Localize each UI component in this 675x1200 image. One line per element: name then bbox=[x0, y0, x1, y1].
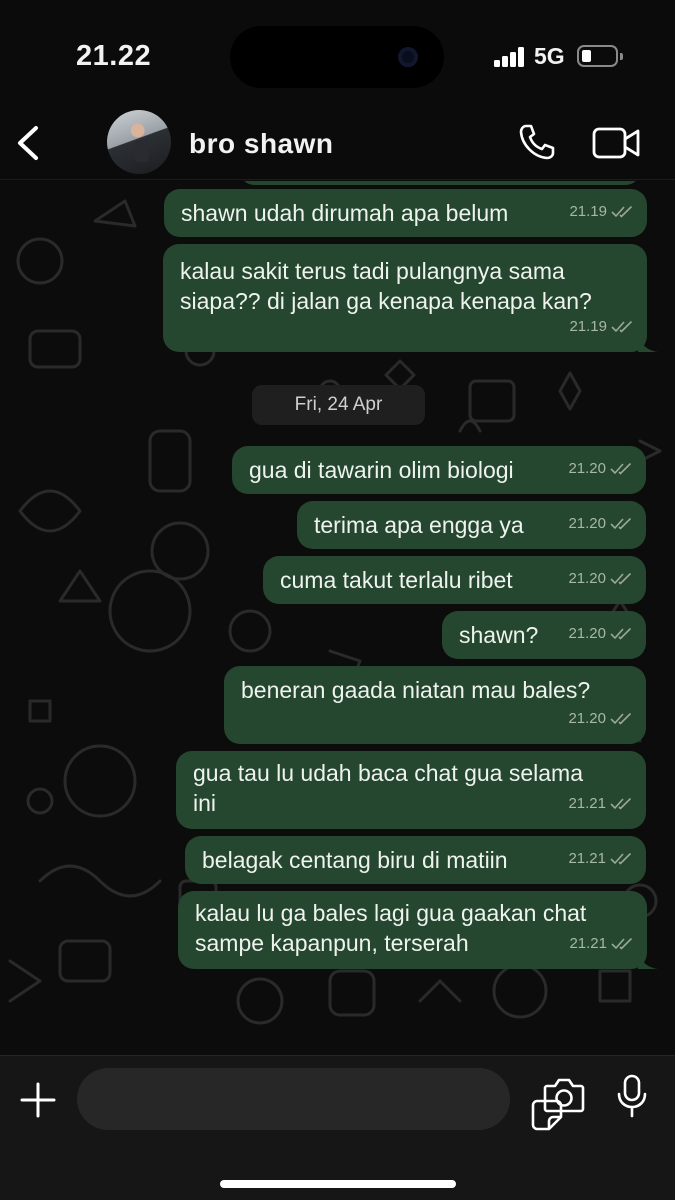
read-ticks-icon bbox=[610, 853, 632, 865]
chat-header: bro shawn bbox=[0, 110, 675, 180]
read-ticks-icon bbox=[611, 938, 633, 950]
message-bubble[interactable]: gua tau lu udah baca chat gua selama ini… bbox=[176, 751, 646, 829]
message-text: cuma takut terlalu ribet bbox=[280, 567, 513, 593]
message-meta: 21.21 bbox=[568, 789, 632, 819]
phone-icon[interactable] bbox=[517, 122, 557, 162]
message-bubble[interactable]: kalau sakit terus tadi pulangnya sama si… bbox=[163, 244, 658, 352]
message-input[interactable] bbox=[77, 1068, 563, 1131]
date-separator: Fri, 24 Apr bbox=[252, 385, 425, 425]
message-bubble[interactable]: cuma takut terlalu ribet 21.20 bbox=[263, 556, 646, 604]
video-camera-icon[interactable] bbox=[592, 126, 642, 160]
message-meta: 21.19 bbox=[569, 197, 633, 227]
message-time: 21.20 bbox=[568, 625, 606, 642]
message-text: shawn udah dirumah apa belum bbox=[181, 200, 509, 226]
message-bubble[interactable]: belagak centang biru di matiin 21.21 bbox=[185, 836, 646, 884]
message-time: 21.19 bbox=[569, 318, 607, 335]
read-ticks-icon bbox=[610, 798, 632, 810]
message-text: kalau sakit terus tadi pulangnya sama si… bbox=[180, 258, 592, 314]
camera-icon[interactable] bbox=[543, 1076, 585, 1114]
message-bubble[interactable]: kalau lu ga bales lagi gua gaakan chat s… bbox=[178, 891, 658, 969]
message-time: 21.20 bbox=[568, 570, 606, 587]
message-list[interactable]: shawn udah dirumah apa belum 21.19 kalau… bbox=[0, 181, 675, 1055]
message-meta: 21.21 bbox=[569, 929, 633, 959]
message-time: 21.21 bbox=[568, 850, 606, 867]
message-meta: 21.20 bbox=[568, 454, 632, 484]
message-text: terima apa engga ya bbox=[314, 512, 524, 538]
read-ticks-icon bbox=[610, 713, 632, 725]
read-ticks-icon bbox=[611, 206, 633, 218]
message-time: 21.20 bbox=[568, 710, 606, 727]
message-bubble[interactable]: shawn? 21.20 bbox=[442, 611, 646, 659]
read-ticks-icon bbox=[610, 628, 632, 640]
message-bubble[interactable]: gua di tawarin olim biologi 21.20 bbox=[232, 446, 646, 494]
message-time: 21.21 bbox=[568, 795, 606, 812]
message-bubble[interactable]: beneran gaada niatan mau bales? 21.20 bbox=[224, 666, 646, 744]
composer-bar bbox=[0, 1055, 675, 1200]
message-meta: 21.20 bbox=[568, 619, 632, 649]
avatar[interactable] bbox=[107, 110, 171, 174]
home-indicator bbox=[220, 1180, 456, 1188]
plus-icon[interactable] bbox=[18, 1080, 58, 1120]
message-meta: 21.19 bbox=[569, 312, 633, 342]
network-label: 5G bbox=[534, 43, 565, 69]
contact-name[interactable]: bro shawn bbox=[189, 128, 334, 160]
read-ticks-icon bbox=[611, 321, 633, 333]
message-text: gua tau lu udah baca chat gua selama ini bbox=[193, 760, 584, 816]
message-time: 21.19 bbox=[569, 203, 607, 220]
message-meta: 21.20 bbox=[568, 509, 632, 539]
message-time: 21.21 bbox=[569, 935, 607, 952]
message-meta: 21.20 bbox=[568, 564, 632, 594]
message-text: gua di tawarin olim biologi bbox=[249, 457, 514, 483]
status-bar: 21.22 5G bbox=[0, 0, 675, 110]
message-meta: 21.21 bbox=[568, 844, 632, 874]
message-time: 21.20 bbox=[568, 460, 606, 477]
message-text: belagak centang biru di matiin bbox=[202, 847, 508, 873]
message-text: beneran gaada niatan mau bales? bbox=[241, 677, 591, 703]
message-bubble-partial bbox=[240, 181, 640, 185]
microphone-icon[interactable] bbox=[616, 1074, 648, 1118]
status-time: 21.22 bbox=[76, 40, 152, 72]
message-bubble[interactable]: shawn udah dirumah apa belum 21.19 bbox=[164, 189, 647, 237]
read-ticks-icon bbox=[610, 573, 632, 585]
battery-icon bbox=[577, 45, 623, 67]
back-chevron-icon[interactable] bbox=[12, 120, 52, 166]
message-time: 21.20 bbox=[568, 515, 606, 532]
read-ticks-icon bbox=[610, 518, 632, 530]
message-text: shawn? bbox=[459, 622, 539, 648]
read-ticks-icon bbox=[610, 463, 632, 475]
message-meta: 21.20 bbox=[568, 704, 632, 734]
message-bubble[interactable]: terima apa engga ya 21.20 bbox=[297, 501, 646, 549]
signal-icon bbox=[494, 47, 526, 67]
dynamic-island bbox=[230, 26, 444, 88]
message-text: kalau lu ga bales lagi gua gaakan chat s… bbox=[195, 900, 587, 956]
